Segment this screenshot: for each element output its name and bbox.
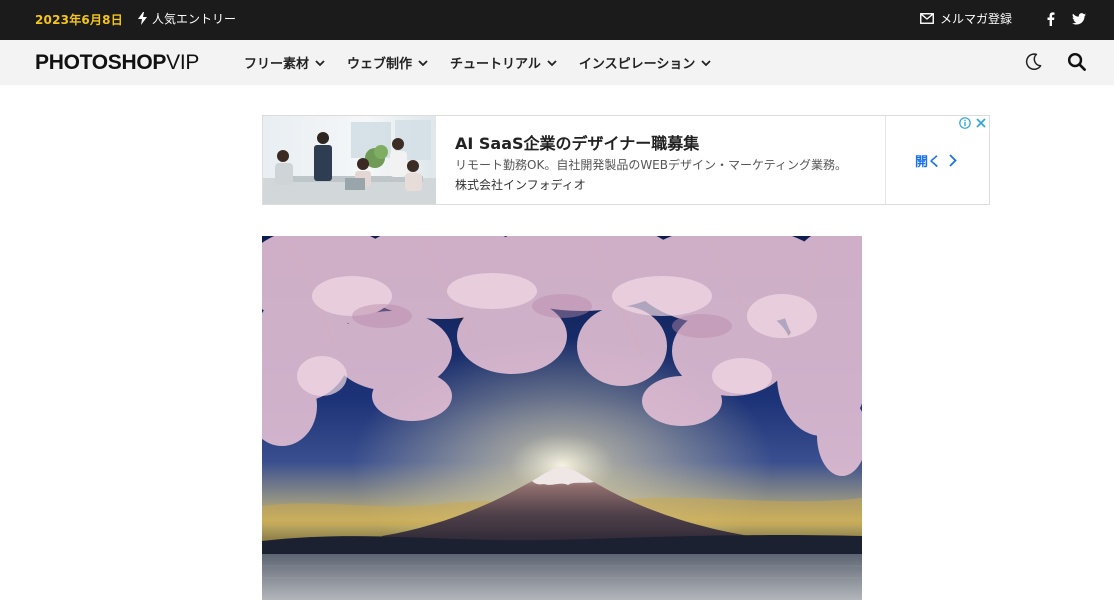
ad-description: リモート勤務OK。自社開発製品のWEBデザイン・マーケティング業務。 bbox=[455, 158, 848, 172]
twitter-link[interactable] bbox=[1072, 11, 1086, 27]
featured-image[interactable] bbox=[262, 236, 862, 600]
menu-item-free-materials[interactable]: フリー素材 bbox=[244, 53, 325, 72]
top-bar: 2023年6月8日 人気エントリー メルマガ登録 bbox=[0, 0, 1114, 40]
menu-item-inspiration[interactable]: インスピレーション bbox=[578, 53, 712, 72]
topbar-right: メルマガ登録 bbox=[920, 10, 1086, 27]
moon-icon bbox=[1025, 53, 1042, 70]
site-logo[interactable]: PHOTOSHOPVIP bbox=[35, 51, 199, 75]
logo-suffix: VIP bbox=[166, 51, 200, 74]
main-navbar: PHOTOSHOPVIP フリー素材 ウェブ制作 チュートリアル インスピレーシ… bbox=[0, 40, 1114, 85]
ad-banner[interactable]: AI SaaS企業のデザイナー職募集 リモート勤務OK。自社開発製品のWEBデザ… bbox=[262, 115, 990, 205]
logo-main: PHOTOSHOP bbox=[35, 51, 167, 74]
menu-item-label: フリー素材 bbox=[244, 57, 310, 72]
ad-title[interactable]: AI SaaS企業のデザイナー職募集 bbox=[455, 130, 699, 154]
menu-item-tutorials[interactable]: チュートリアル bbox=[450, 53, 557, 72]
chevron-down-icon bbox=[315, 59, 325, 66]
nav-actions bbox=[1024, 52, 1086, 75]
ad-open-label: 開く bbox=[915, 155, 942, 170]
info-icon[interactable] bbox=[959, 117, 971, 129]
search-icon bbox=[1067, 52, 1086, 71]
search-button[interactable] bbox=[1067, 52, 1086, 75]
menu-item-web-production[interactable]: ウェブ制作 bbox=[347, 53, 428, 72]
ad-company: 株式会社インフォディオ bbox=[455, 178, 586, 192]
dark-mode-toggle[interactable] bbox=[1024, 52, 1043, 75]
mt-fuji-cherry-blossom-image bbox=[262, 236, 862, 600]
chevron-down-icon bbox=[418, 59, 428, 66]
ad-photo bbox=[263, 116, 436, 204]
menu-item-label: ウェブ制作 bbox=[347, 57, 413, 72]
popular-entries-link[interactable]: 人気エントリー bbox=[138, 10, 236, 27]
main-menu: フリー素材 ウェブ制作 チュートリアル インスピレーション bbox=[244, 40, 733, 85]
chevron-down-icon bbox=[701, 59, 712, 66]
chevron-down-icon bbox=[547, 59, 557, 66]
mail-icon bbox=[920, 13, 934, 24]
ad-divider bbox=[885, 116, 886, 204]
chevron-right-icon bbox=[949, 154, 957, 167]
current-date: 2023年6月8日 bbox=[35, 13, 123, 27]
facebook-icon bbox=[1047, 11, 1055, 26]
ad-open-button[interactable]: 開く bbox=[915, 151, 957, 170]
popular-entries-label: 人気エントリー bbox=[152, 12, 237, 26]
ad-choices bbox=[959, 117, 987, 129]
bolt-icon bbox=[138, 12, 147, 25]
menu-item-label: チュートリアル bbox=[450, 57, 541, 72]
facebook-link[interactable] bbox=[1044, 11, 1058, 27]
twitter-icon bbox=[1072, 12, 1086, 25]
close-icon[interactable] bbox=[975, 117, 987, 129]
newsletter-label: メルマガ登録 bbox=[939, 12, 1012, 26]
menu-item-label: インスピレーション bbox=[578, 57, 696, 72]
office-team-photo bbox=[263, 116, 436, 204]
newsletter-link[interactable]: メルマガ登録 bbox=[920, 10, 1012, 27]
